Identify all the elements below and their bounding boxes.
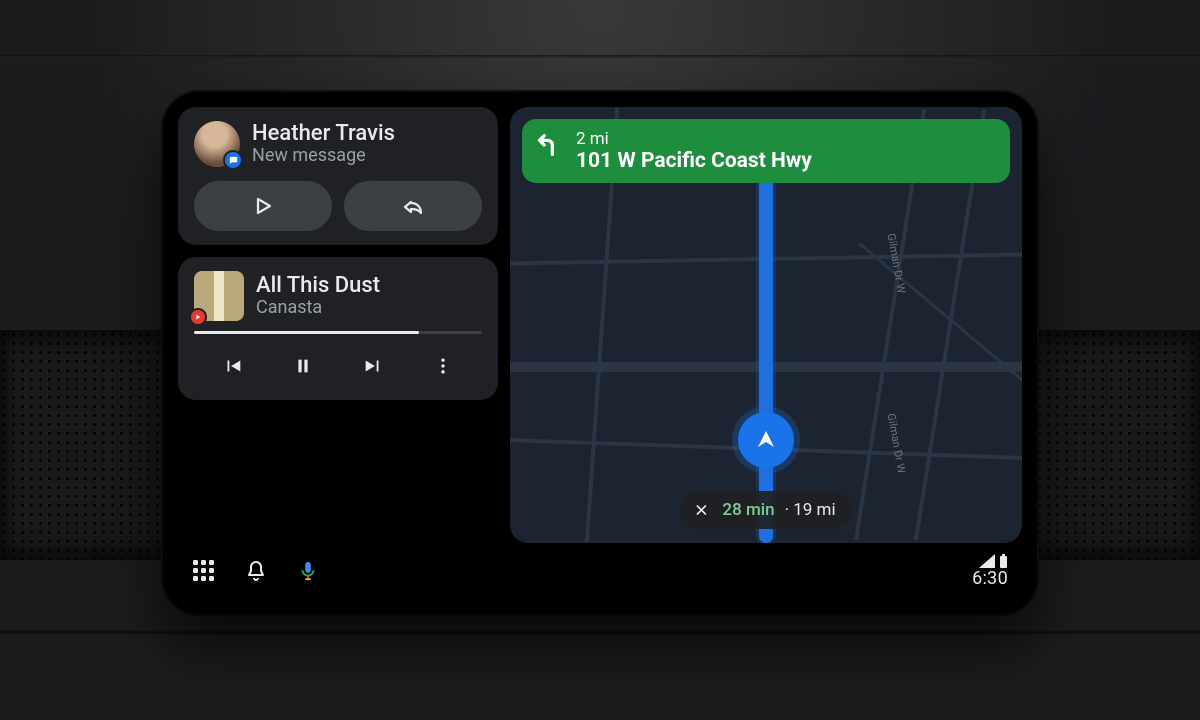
eta-distance: · 19 mi	[785, 500, 836, 520]
messages-card[interactable]: Heather Travis New message	[178, 107, 498, 245]
skip-next-icon	[362, 355, 384, 377]
navigation-card[interactable]: Gilman Dr W Gilman Dr W 2 mi 101 W Pacif…	[510, 107, 1022, 543]
more-options-button[interactable]	[423, 346, 463, 386]
eta-time: 28 min	[722, 500, 774, 520]
assistant-button[interactable]	[296, 559, 320, 583]
reply-button[interactable]	[344, 181, 482, 231]
system-navbar: 6:30	[178, 543, 1022, 599]
play-icon	[251, 194, 275, 218]
bell-icon	[244, 559, 268, 583]
playback-progress[interactable]	[194, 331, 482, 334]
eta-pill[interactable]: 28 min · 19 mi	[680, 491, 851, 529]
close-icon	[693, 502, 709, 518]
apps-grid-icon	[193, 560, 215, 582]
message-sender: Heather Travis	[252, 121, 395, 146]
messages-app-badge-icon	[223, 150, 243, 170]
play-message-button[interactable]	[194, 181, 332, 231]
turn-left-icon	[536, 131, 564, 159]
app-launcher-button[interactable]	[192, 559, 216, 583]
dashboard-trim-lower	[0, 630, 1200, 634]
album-art	[194, 271, 244, 321]
mic-icon	[297, 560, 319, 582]
current-location-chevron	[738, 412, 794, 468]
status-icons	[979, 554, 1008, 568]
play-pause-button[interactable]	[283, 346, 323, 386]
turn-banner[interactable]: 2 mi 101 W Pacific Coast Hwy	[522, 119, 1010, 183]
turn-road: 101 W Pacific Coast Hwy	[576, 149, 812, 173]
battery-icon	[999, 554, 1008, 568]
avatar	[194, 121, 240, 167]
skip-previous-icon	[222, 355, 244, 377]
pause-icon	[292, 355, 314, 377]
previous-track-button[interactable]	[213, 346, 253, 386]
close-eta-button[interactable]	[690, 499, 712, 521]
route-line	[759, 167, 773, 543]
media-source-badge-icon	[189, 308, 207, 326]
signal-icon	[979, 554, 995, 568]
media-card[interactable]: All This Dust Canasta	[178, 257, 498, 400]
infotainment-screen: Heather Travis New message	[163, 92, 1037, 614]
turn-distance: 2 mi	[576, 129, 812, 149]
more-vert-icon	[433, 356, 453, 376]
clock: 6:30	[972, 568, 1008, 589]
message-subtitle: New message	[252, 146, 395, 167]
track-title: All This Dust	[256, 273, 380, 298]
dashboard-trim	[0, 55, 1200, 58]
track-artist: Canasta	[256, 298, 380, 319]
notifications-button[interactable]	[244, 559, 268, 583]
next-track-button[interactable]	[353, 346, 393, 386]
reply-icon	[401, 194, 425, 218]
